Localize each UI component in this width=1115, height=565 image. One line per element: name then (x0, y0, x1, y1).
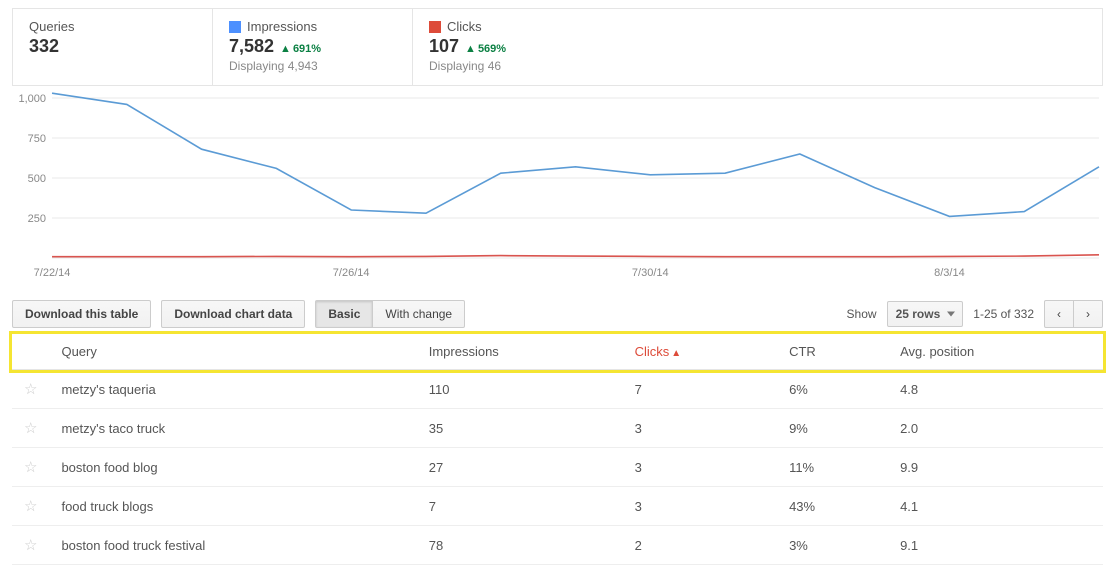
cell-avg: 4.1 (888, 487, 1103, 526)
cell-avg: 2.0 (888, 409, 1103, 448)
svg-text:250: 250 (28, 213, 46, 225)
svg-text:7/30/14: 7/30/14 (632, 267, 669, 279)
cell-impressions: 7 (417, 487, 623, 526)
star-icon[interactable]: ☆ (12, 487, 49, 526)
cell-impressions: 78 (417, 526, 623, 565)
card-clicks-change: 569% (478, 43, 506, 55)
card-impressions[interactable]: Impressions 7,582 ▲691% Displaying 4,943 (213, 9, 413, 85)
card-queries-value: 332 (29, 36, 59, 57)
svg-text:8/3/14: 8/3/14 (934, 267, 965, 279)
chart-y-axis: 250 500 750 1,000 (18, 93, 46, 225)
star-icon[interactable]: ☆ (12, 370, 49, 409)
pager: ‹ › (1044, 300, 1103, 328)
cell-ctr: 11% (777, 448, 888, 487)
next-page-button[interactable]: › (1073, 300, 1103, 328)
download-chart-button[interactable]: Download chart data (161, 300, 305, 328)
cell-avg: 9.9 (888, 448, 1103, 487)
card-impressions-label: Impressions (247, 19, 317, 34)
view-toggle: Basic With change (315, 300, 465, 328)
queries-table: Query Impressions Clicks▲ CTR Avg. posit… (12, 334, 1103, 565)
impressions-swatch-icon (229, 21, 241, 33)
cell-query: metzy's taco truck (49, 409, 416, 448)
up-arrow-icon: ▲ (465, 43, 476, 55)
cell-clicks: 3 (623, 448, 777, 487)
cell-query: food truck blogs (49, 487, 416, 526)
cell-avg: 9.1 (888, 526, 1103, 565)
page-range: 1-25 of 332 (973, 307, 1034, 321)
cell-impressions: 27 (417, 448, 623, 487)
header-query[interactable]: Query (49, 334, 416, 370)
svg-text:7/26/14: 7/26/14 (333, 267, 370, 279)
card-queries-label: Queries (29, 19, 196, 34)
cell-clicks: 3 (623, 409, 777, 448)
svg-text:7/22/14: 7/22/14 (34, 267, 71, 279)
card-impressions-change: 691% (293, 43, 321, 55)
card-queries[interactable]: Queries 332 (13, 9, 213, 85)
cell-clicks: 3 (623, 487, 777, 526)
chart: 250 500 750 1,000 7/22/14 7/26/14 7/30/14 8/3/… (12, 92, 1103, 282)
card-impressions-sub: Displaying 4,943 (229, 59, 396, 73)
header-avg[interactable]: Avg. position (888, 334, 1103, 370)
card-impressions-value: 7,582 (229, 36, 274, 57)
star-icon[interactable]: ☆ (12, 526, 49, 565)
chart-x-axis: 7/22/14 7/26/14 7/30/14 8/3/14 (34, 267, 965, 279)
download-table-button[interactable]: Download this table (12, 300, 151, 328)
svg-text:500: 500 (28, 173, 46, 185)
cell-ctr: 6% (777, 370, 888, 409)
cell-ctr: 43% (777, 487, 888, 526)
table-body: ☆metzy's taqueria11076%4.8☆metzy's taco … (12, 370, 1103, 565)
rows-select[interactable]: 25 rows (887, 301, 964, 327)
metric-cards: Queries 332 Impressions 7,582▲691% Displ… (12, 8, 1103, 86)
svg-text:750: 750 (28, 133, 46, 145)
cell-impressions: 110 (417, 370, 623, 409)
basic-toggle[interactable]: Basic (315, 300, 373, 328)
prev-page-button[interactable]: ‹ (1044, 300, 1074, 328)
cell-clicks: 2 (623, 526, 777, 565)
cell-query: metzy's taqueria (49, 370, 416, 409)
star-column-header (12, 334, 49, 370)
cell-clicks: 7 (623, 370, 777, 409)
star-icon[interactable]: ☆ (12, 448, 49, 487)
series-impressions (52, 93, 1099, 216)
series-clicks (52, 255, 1099, 257)
header-impressions[interactable]: Impressions (417, 334, 623, 370)
card-clicks-sub: Displaying 46 (429, 59, 597, 73)
header-clicks-label: Clicks (635, 344, 670, 359)
star-icon[interactable]: ☆ (12, 409, 49, 448)
show-label: Show (847, 307, 877, 321)
chart-gridlines (52, 98, 1099, 258)
toolbar: Download this table Download chart data … (12, 300, 1103, 328)
table-row: ☆metzy's taco truck3539%2.0 (12, 409, 1103, 448)
cell-impressions: 35 (417, 409, 623, 448)
up-arrow-icon: ▲ (280, 43, 291, 55)
cell-ctr: 9% (777, 409, 888, 448)
table-header-row: Query Impressions Clicks▲ CTR Avg. posit… (12, 334, 1103, 370)
table-row: ☆metzy's taqueria11076%4.8 (12, 370, 1103, 409)
line-chart: 250 500 750 1,000 7/22/14 7/26/14 7/30/14 8/3/… (12, 92, 1103, 282)
table-row: ☆boston food truck festival7823%9.1 (12, 526, 1103, 565)
table-row: ☆food truck blogs7343%4.1 (12, 487, 1103, 526)
cell-ctr: 3% (777, 526, 888, 565)
cell-avg: 4.8 (888, 370, 1103, 409)
table-row: ☆boston food blog27311%9.9 (12, 448, 1103, 487)
header-clicks[interactable]: Clicks▲ (623, 334, 777, 370)
cell-query: boston food blog (49, 448, 416, 487)
header-ctr[interactable]: CTR (777, 334, 888, 370)
card-clicks-value: 107 (429, 36, 459, 57)
card-clicks[interactable]: Clicks 107 ▲569% Displaying 46 (413, 9, 613, 85)
cell-query: boston food truck festival (49, 526, 416, 565)
withchange-toggle[interactable]: With change (372, 300, 465, 328)
card-clicks-label: Clicks (447, 19, 482, 34)
clicks-swatch-icon (429, 21, 441, 33)
sort-asc-icon: ▲ (671, 348, 681, 359)
svg-text:1,000: 1,000 (18, 93, 46, 105)
